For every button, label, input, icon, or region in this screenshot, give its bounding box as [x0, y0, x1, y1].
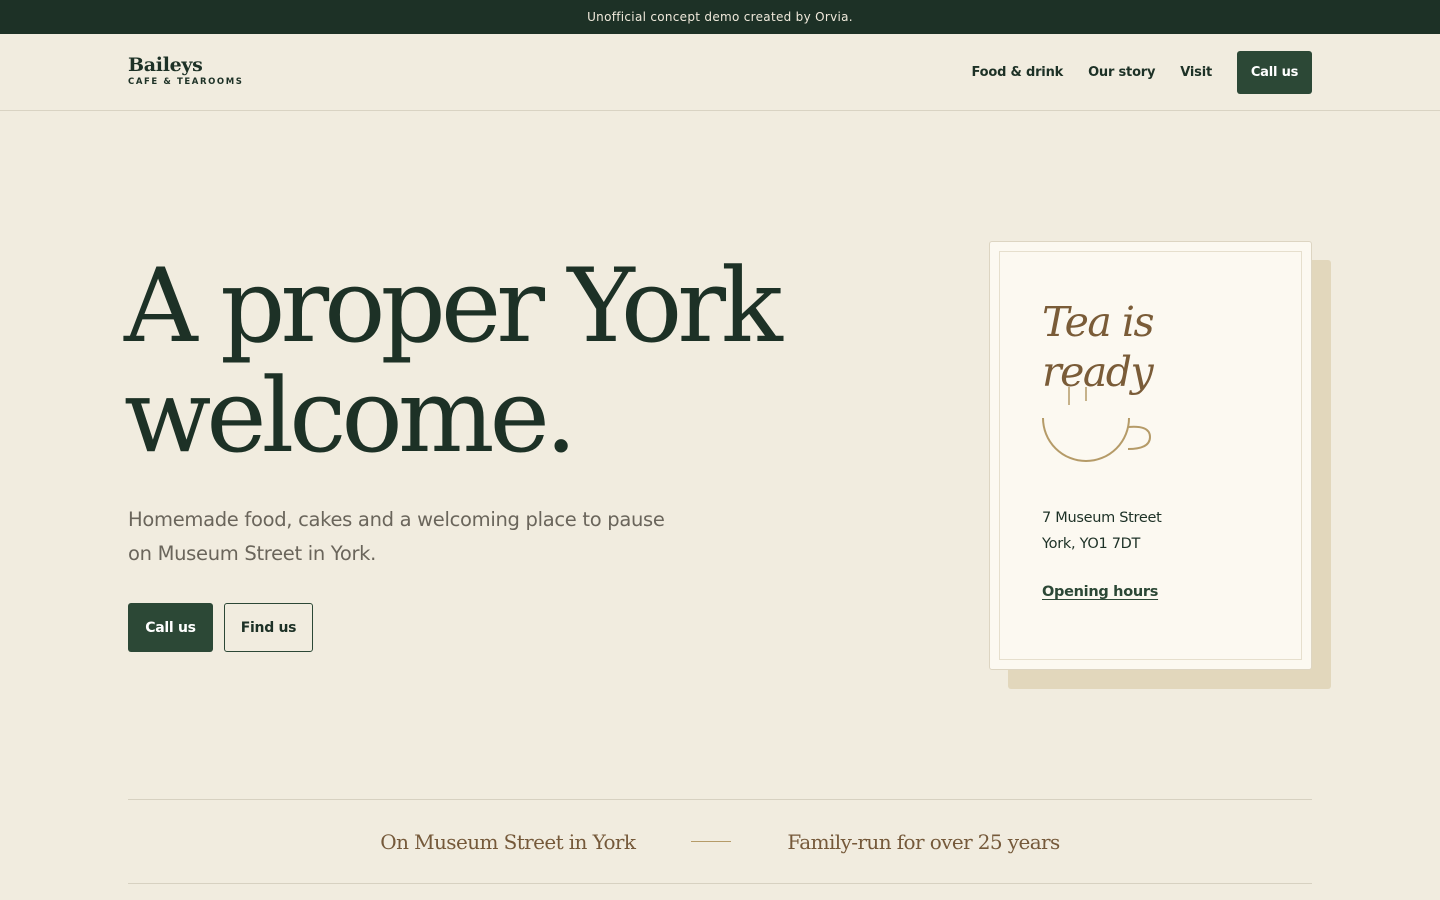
site-header: Baileys CAFE & TEAROOMS Food & drink Our… — [0, 34, 1440, 111]
nav-item-our-story[interactable]: Our story — [1088, 65, 1155, 80]
strip-family-run: Family-run for over 25 years — [787, 829, 1060, 854]
card-address: 7 Museum Street York, YO1 7DT — [1042, 505, 1162, 557]
hero-find-us-button[interactable]: Find us — [224, 603, 313, 652]
demo-banner: Unofficial concept demo created by Orvia… — [0, 0, 1440, 34]
strip-divider — [691, 841, 732, 842]
demo-banner-text: Unofficial concept demo created by Orvia… — [587, 10, 853, 24]
address-line2: York, YO1 7DT — [1042, 536, 1141, 552]
strip-location: On Museum Street in York — [380, 829, 636, 854]
hero-title: A proper York welcome. — [124, 252, 904, 472]
opening-hours-link[interactable]: Opening hours — [1042, 584, 1158, 600]
nav-item-food-drink[interactable]: Food & drink — [971, 65, 1063, 80]
card-title: Tea is ready — [1042, 297, 1242, 397]
header-call-us-button[interactable]: Call us — [1237, 51, 1312, 94]
tea-card: Tea is ready 7 Museum Street York, YO1 7… — [989, 241, 1312, 670]
hero-call-us-button[interactable]: Call us — [128, 603, 213, 652]
hero-subtitle: Homemade food, cakes and a welcoming pla… — [128, 508, 665, 565]
info-strip: On Museum Street in York Family-run for … — [128, 799, 1312, 884]
brand-name: Baileys — [128, 54, 203, 76]
brand-subtitle: CAFE & TEAROOMS — [128, 77, 244, 87]
nav-item-visit[interactable]: Visit — [1180, 65, 1212, 80]
main-nav: Food & drink Our story Visit Call us — [971, 51, 1312, 94]
card-title-line1: Tea is — [1042, 298, 1155, 346]
address-line1: 7 Museum Street — [1042, 510, 1162, 526]
brand-logo[interactable]: Baileys CAFE & TEAROOMS — [128, 54, 244, 87]
teacup-icon — [1042, 387, 1152, 462]
hero-title-line1: A proper York — [124, 247, 783, 366]
hero-title-line2: welcome. — [124, 357, 577, 476]
